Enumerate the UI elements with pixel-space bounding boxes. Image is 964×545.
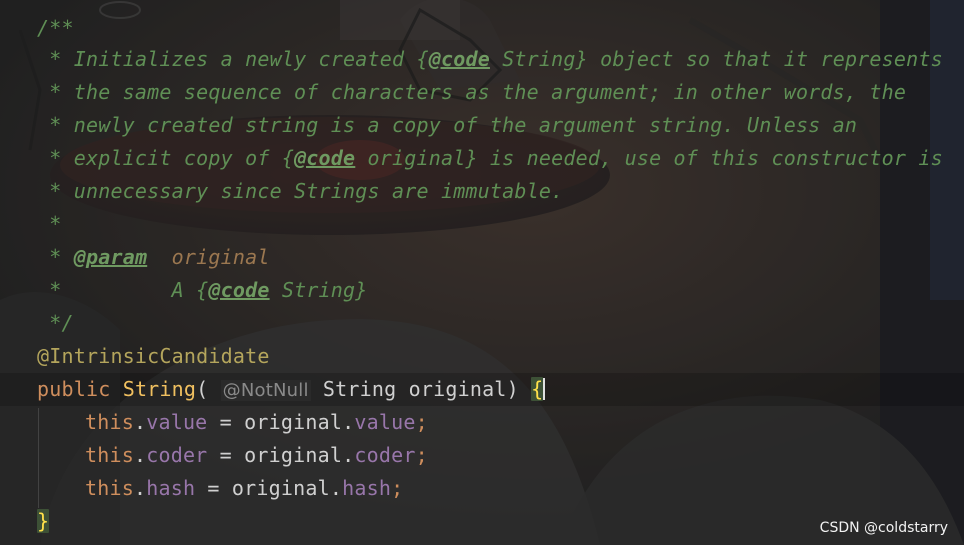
- this-keyword: this: [85, 476, 134, 500]
- javadoc-tag: @param: [73, 245, 148, 269]
- javadoc-close: */: [37, 311, 74, 335]
- field-ref: hash: [146, 476, 196, 500]
- code-area[interactable]: /** * Initializes a newly created {@code…: [0, 0, 964, 545]
- javadoc-open: /**: [37, 16, 74, 40]
- javadoc-line: * unnecessary since Strings are immutabl…: [37, 179, 564, 203]
- inlay-hint: @NotNull: [220, 380, 311, 401]
- identifier: original: [231, 476, 330, 500]
- javadoc-tag: @code: [428, 47, 490, 71]
- constructor-name: String: [122, 377, 197, 401]
- this-keyword: this: [85, 443, 134, 467]
- param-type: String: [322, 377, 397, 401]
- field-ref: coder: [146, 443, 208, 467]
- modifier-keyword: public: [37, 377, 111, 401]
- javadoc-line: * A {@code String}: [37, 278, 368, 302]
- javadoc-line: *: [37, 212, 62, 236]
- identifier: original: [244, 410, 343, 434]
- identifier: original: [244, 443, 343, 467]
- annotation-line: @IntrinsicCandidate: [37, 340, 270, 373]
- editor-window: /** * Initializes a newly created {@code…: [0, 0, 964, 545]
- javadoc-line: * newly created string is a copy of the …: [37, 113, 858, 137]
- code-statement: this.coder = original.coder;: [85, 443, 428, 467]
- text-caret: [543, 378, 546, 400]
- matched-brace-open: {: [531, 377, 544, 401]
- constructor-signature: public String( @NotNull String original)…: [37, 377, 546, 401]
- javadoc-tag: @code: [294, 146, 356, 170]
- field-ref: value: [146, 410, 208, 434]
- annotation: @IntrinsicCandidate: [37, 344, 270, 368]
- javadoc-line: * the same sequence of characters as the…: [37, 80, 907, 104]
- javadoc-tag: @code: [208, 278, 270, 302]
- javadoc-param-line: * @param original: [37, 245, 270, 269]
- field-ref: coder: [354, 443, 416, 467]
- javadoc-line: * explicit copy of {@code original} is n…: [37, 146, 943, 170]
- this-keyword: this: [85, 410, 134, 434]
- javadoc-param-name: original: [171, 245, 270, 269]
- field-ref: hash: [342, 476, 392, 500]
- code-statement: this.hash = original.hash;: [85, 476, 404, 500]
- field-ref: value: [354, 410, 416, 434]
- closing-brace-line: }: [37, 505, 50, 538]
- watermark: CSDN @coldstarry: [819, 520, 948, 536]
- matched-brace-close: }: [37, 509, 50, 533]
- param-name: original: [408, 377, 507, 401]
- code-statement: this.value = original.value;: [85, 410, 428, 434]
- javadoc-line: * Initializes a newly created {@code Str…: [37, 47, 943, 71]
